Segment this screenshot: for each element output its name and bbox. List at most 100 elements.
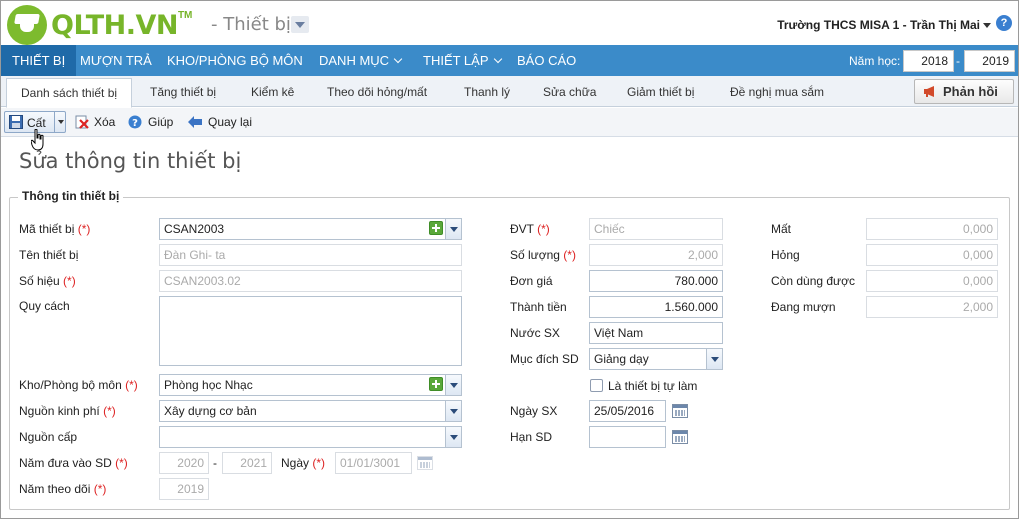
- required-marker: (*): [115, 456, 128, 470]
- help-button[interactable]: ? Giúp: [128, 111, 173, 133]
- nav-thiet-bi[interactable]: THIẾT BỊ: [1, 45, 77, 76]
- back-button[interactable]: Quay lại: [188, 111, 252, 133]
- ten-thiet-bi-label: Tên thiết bị: [19, 248, 79, 262]
- quy-cach-textarea[interactable]: [159, 296, 462, 366]
- megaphone-icon: [924, 86, 934, 97]
- nav-thiet-lap[interactable]: THIẾT LẬP: [423, 45, 502, 76]
- save-options-dropdown[interactable]: [54, 112, 66, 132]
- add-icon[interactable]: [429, 377, 443, 391]
- nuoc-sx-label: Nước SX: [510, 326, 560, 340]
- hand-cursor-icon: [31, 129, 44, 151]
- user-info[interactable]: Trường THCS MISA 1 - Trần Thị Mai: [777, 18, 980, 32]
- help-icon[interactable]: ?: [996, 15, 1012, 31]
- ngay-sx-label: Ngày SX: [510, 404, 558, 418]
- ma-thiet-bi-combo[interactable]: CSAN2003: [159, 218, 462, 240]
- logo[interactable]: QLTH.VN TM: [7, 5, 192, 45]
- tu-lam-label: Là thiết bị tự làm: [608, 379, 698, 393]
- nav-kho-phong[interactable]: KHO/PHÒNG BỘ MÔN: [167, 45, 303, 76]
- nguon-kinh-phi-select[interactable]: Xây dựng cơ bản: [159, 400, 462, 422]
- section-title: Thông tin thiết bị: [18, 189, 124, 203]
- year-separator: -: [956, 54, 960, 68]
- nam-theo-doi-field: 2019: [159, 478, 209, 500]
- graduation-cap-icon: [7, 5, 47, 45]
- hong-field: 0,000: [866, 244, 998, 266]
- module-title: - Thiết bị: [211, 14, 291, 35]
- add-icon[interactable]: [429, 221, 443, 235]
- calendar-icon[interactable]: [672, 404, 688, 418]
- so-luong-field: 2,000: [589, 244, 723, 266]
- chevron-down-icon[interactable]: [445, 375, 461, 395]
- muc-dich-value: Giảng dạy: [594, 352, 649, 366]
- required-marker: (*): [63, 274, 76, 288]
- han-sd-label: Hạn SD: [510, 430, 553, 444]
- required-marker: (*): [537, 222, 550, 236]
- nam-dua-vao-from: 2020: [159, 452, 209, 474]
- tab-tang-thiet-bi[interactable]: Tăng thiết bị: [150, 76, 216, 107]
- toolbar: Cất Xóa ? Giúp Quay lại: [1, 108, 1018, 137]
- tu-lam-checkbox[interactable]: [590, 379, 603, 392]
- required-marker: (*): [563, 248, 576, 262]
- tab-giam-thiet-bi[interactable]: Giảm thiết bị: [627, 76, 694, 107]
- required-marker: (*): [312, 456, 326, 470]
- quy-cach-label: Quy cách: [19, 299, 70, 313]
- hong-label: Hỏng: [771, 248, 800, 262]
- dvt-label-text: ĐVT: [510, 222, 534, 236]
- kho-combo[interactable]: Phòng học Nhạc: [159, 374, 462, 396]
- thanh-tien-field[interactable]: 1.560.000: [589, 296, 723, 318]
- delete-icon: [75, 115, 89, 129]
- chevron-down-icon[interactable]: [983, 23, 991, 28]
- nav-danh-muc[interactable]: DANH MỤC: [319, 45, 403, 76]
- don-gia-field[interactable]: 780.000: [589, 270, 723, 292]
- chevron-down-icon[interactable]: [445, 219, 461, 239]
- han-sd-field[interactable]: [589, 426, 666, 448]
- tab-danh-sach-thiet-bi[interactable]: Danh sách thiết bị: [6, 78, 133, 108]
- school-year-to[interactable]: 2019: [964, 50, 1015, 72]
- mat-label: Mất: [771, 222, 792, 236]
- nguon-kinh-phi-value: Xây dựng cơ bản: [164, 404, 257, 418]
- feedback-button[interactable]: Phản hồi: [914, 79, 1014, 104]
- tab-theo-doi-hong-mat[interactable]: Theo dõi hỏng/mất: [327, 76, 427, 107]
- so-hieu-label: Số hiệu (*): [19, 274, 76, 288]
- back-label: Quay lại: [208, 115, 253, 129]
- nuoc-sx-field[interactable]: Việt Nam: [589, 322, 723, 344]
- dang-muon-field: 2,000: [866, 296, 998, 318]
- tab-de-nghi-mua-sam[interactable]: Đề nghị mua sắm: [730, 76, 824, 107]
- help-label: Giúp: [148, 115, 174, 129]
- nam-dua-vao-label: Năm đưa vào SD (*): [19, 456, 128, 470]
- school-year-from[interactable]: 2018: [903, 50, 954, 72]
- con-dung-field: 0,000: [866, 270, 998, 292]
- tab-thanh-ly[interactable]: Thanh lý: [464, 76, 510, 107]
- module-switch-dropdown[interactable]: [291, 16, 309, 33]
- ngay-sx-field[interactable]: 25/05/2016: [589, 400, 666, 422]
- nam-theo-doi-label-text: Năm theo dõi: [19, 482, 91, 496]
- nam-dua-vao-to: 2021: [222, 452, 272, 474]
- so-hieu-field: CSAN2003.02: [159, 270, 462, 292]
- feedback-label: Phản hồi: [943, 84, 998, 99]
- calendar-icon[interactable]: [672, 430, 688, 444]
- muc-dich-select[interactable]: Giảng dạy: [589, 348, 723, 370]
- nam-dua-vao-label-text: Năm đưa vào SD: [19, 456, 112, 470]
- tab-kiem-ke[interactable]: Kiểm kê: [251, 76, 294, 107]
- kho-label: Kho/Phòng bộ môn (*): [19, 378, 138, 392]
- tab-sua-chua[interactable]: Sửa chữa: [543, 76, 596, 107]
- chevron-down-icon[interactable]: [445, 427, 461, 447]
- chevron-down-icon[interactable]: [445, 401, 461, 421]
- required-marker: (*): [93, 482, 107, 496]
- app-header: QLTH.VN TM - Thiết bị Trường THCS MISA 1…: [1, 1, 1018, 45]
- chevron-down-icon: [393, 54, 403, 64]
- nav-bao-cao[interactable]: BÁO CÁO: [517, 45, 576, 76]
- so-hieu-label-text: Số hiệu: [19, 274, 60, 288]
- arrow-left-icon: [188, 116, 202, 128]
- logo-text: QLTH.VN: [51, 9, 178, 41]
- con-dung-label: Còn dùng được: [771, 274, 855, 288]
- nguon-kinh-phi-label-text: Nguồn kinh phí: [19, 404, 100, 418]
- chevron-down-icon[interactable]: [706, 349, 722, 369]
- nam-theo-doi-label: Năm theo dõi (*): [19, 482, 106, 496]
- nav-muon-tra[interactable]: MƯỢN TRẢ: [80, 45, 152, 76]
- chevron-down-icon: [493, 54, 502, 64]
- delete-button[interactable]: Xóa: [75, 111, 115, 133]
- kho-value: Phòng học Nhạc: [164, 378, 253, 392]
- required-marker: (*): [77, 222, 91, 236]
- so-luong-label: Số lượng (*): [510, 248, 576, 262]
- nguon-cap-select[interactable]: [159, 426, 462, 448]
